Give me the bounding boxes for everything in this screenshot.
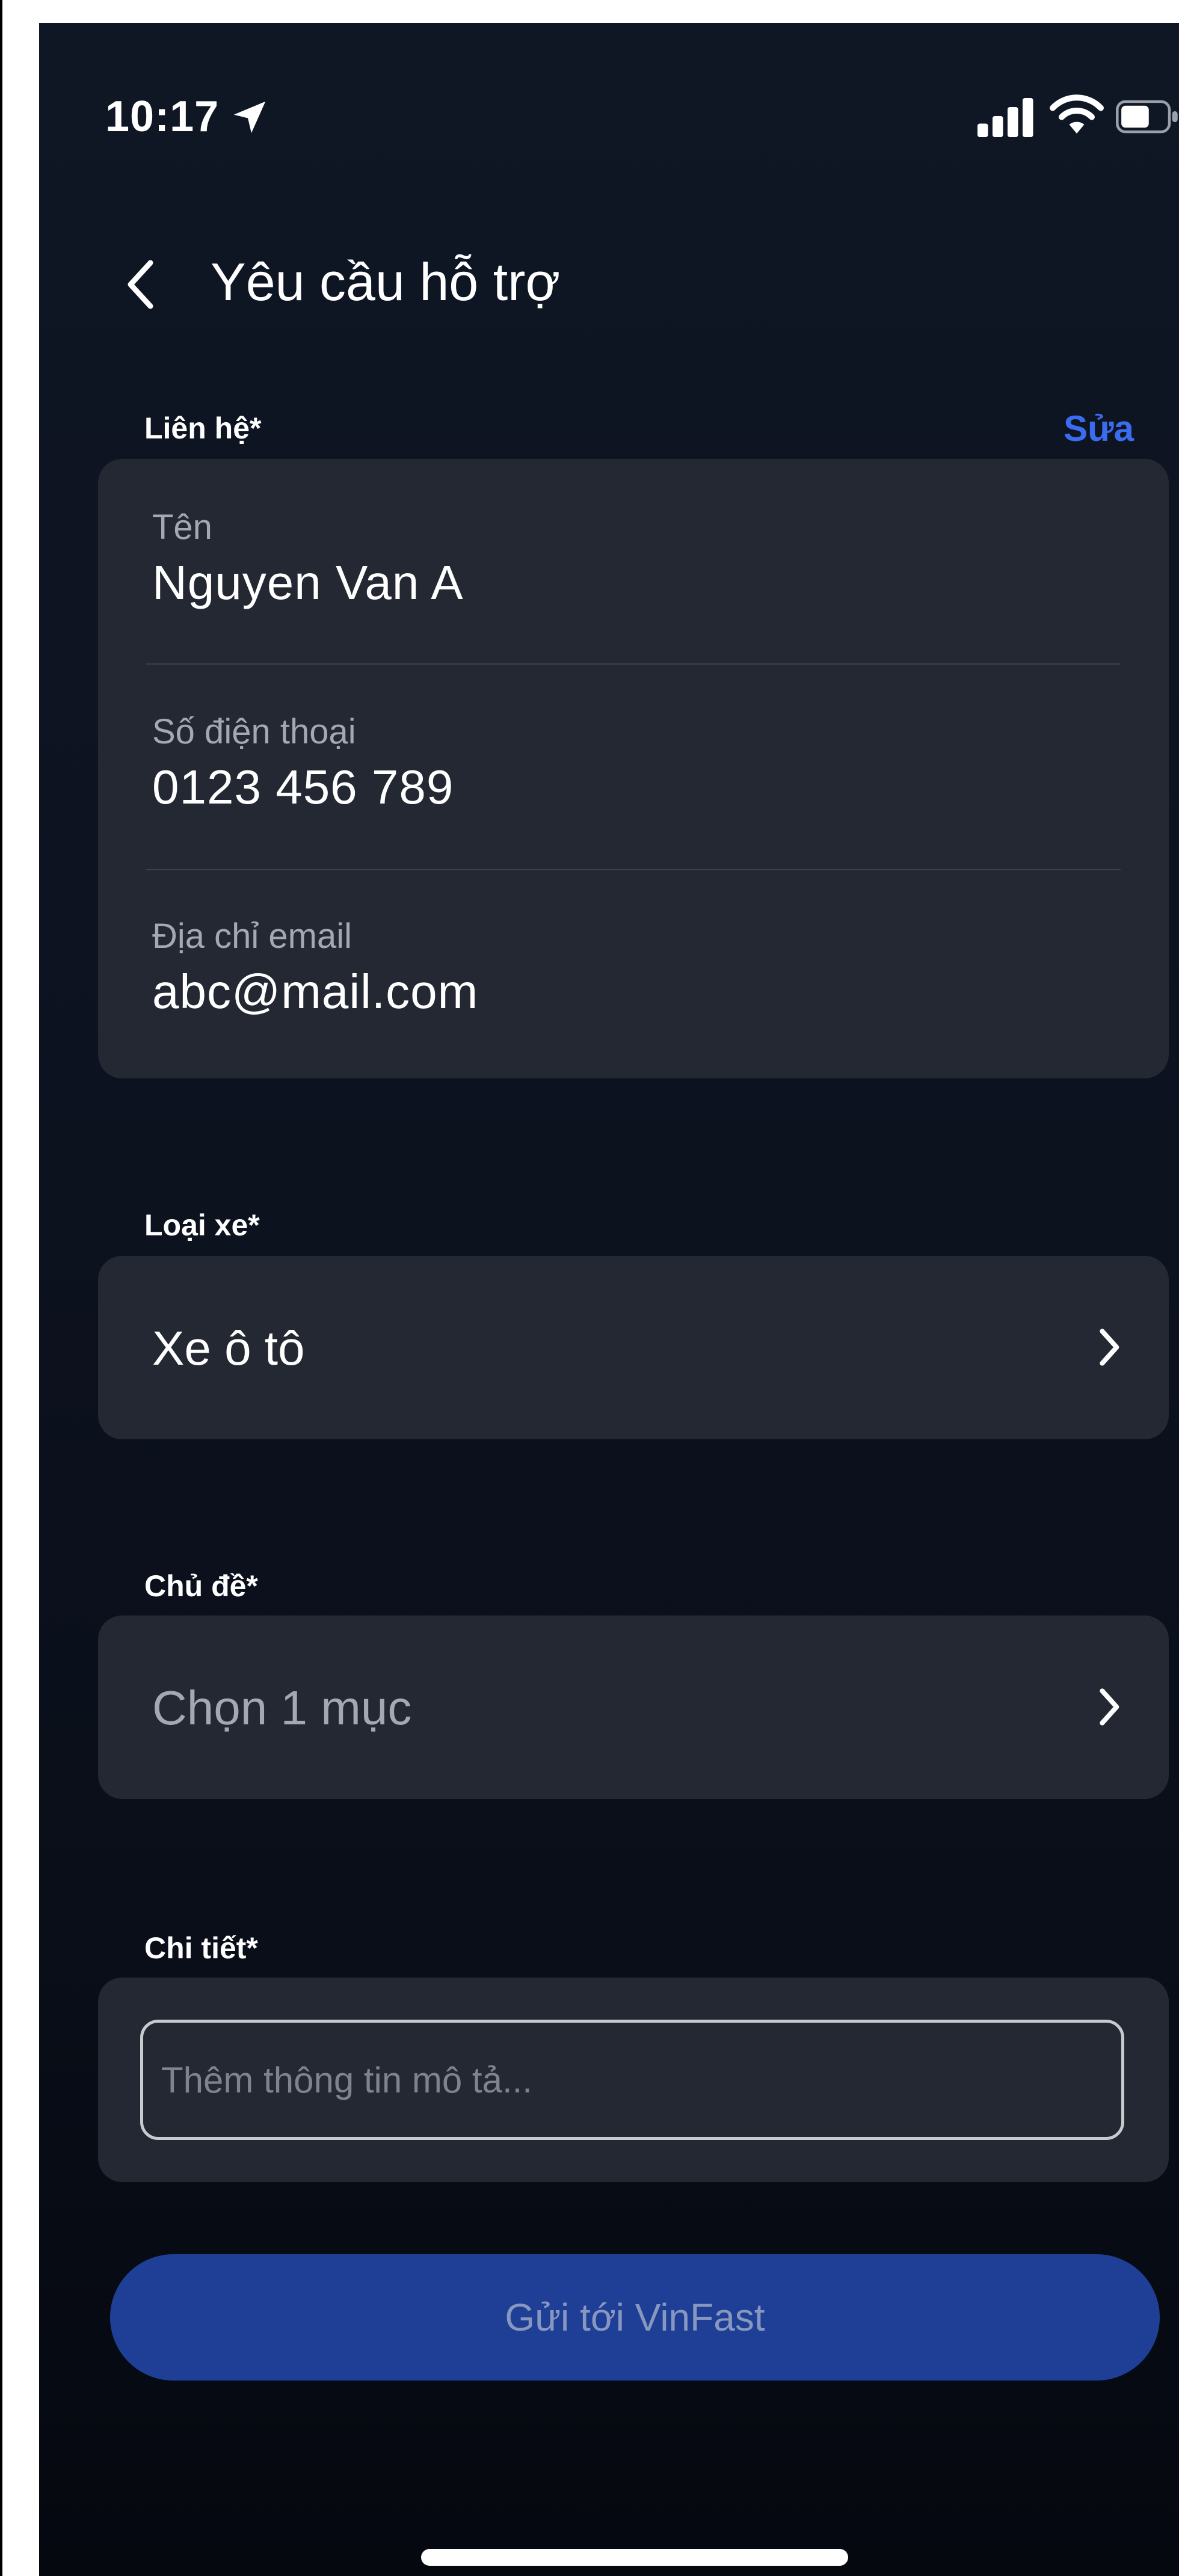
chevron-right-icon (1100, 1329, 1119, 1366)
status-time: 10:17 (105, 93, 220, 141)
email-value: abc@mail.com (152, 965, 479, 1018)
location-arrow-icon (233, 101, 266, 134)
details-input[interactable] (140, 2020, 1124, 2140)
vehicle-type-value: Xe ô tô (152, 1321, 305, 1375)
chevron-right-icon (1100, 1688, 1119, 1726)
back-button[interactable] (123, 245, 189, 324)
name-label: Tên (152, 508, 212, 547)
home-indicator (421, 2549, 848, 2566)
details-card (98, 1978, 1169, 2182)
app-screen: 10:17 Yêu cầu hỗ trợ Liên hệ* Sửa Tên Ng… (39, 23, 1179, 2576)
chevron-left-icon (128, 260, 153, 309)
divider (146, 663, 1121, 665)
signal-icon (977, 98, 1033, 137)
wifi-icon (1050, 94, 1104, 134)
topic-placeholder: Chọn 1 mục (152, 1681, 412, 1735)
topic-section-label: Chủ đề* (144, 1569, 258, 1603)
screenshot-border (0, 0, 2, 2576)
battery-icon (1116, 100, 1178, 134)
topic-selector[interactable]: Chọn 1 mục (98, 1615, 1169, 1799)
vehicle-type-selector[interactable]: Xe ô tô (98, 1256, 1169, 1439)
phone-value: 0123 456 789 (152, 760, 454, 814)
details-section-label: Chi tiết* (144, 1931, 258, 1965)
page-title: Yêu cầu hỗ trợ (211, 252, 561, 312)
email-label: Địa chỉ email (152, 917, 352, 956)
divider (146, 869, 1121, 870)
submit-button[interactable]: Gửi tới VinFast (110, 2254, 1160, 2381)
name-value: Nguyen Van A (152, 556, 464, 609)
phone-label: Số điện thoại (152, 712, 356, 751)
edit-contact-link[interactable]: Sửa (1064, 408, 1134, 449)
vehicle-section-label: Loại xe* (144, 1208, 260, 1242)
contact-card: Tên Nguyen Van A Số điện thoại 0123 456 … (98, 459, 1169, 1078)
contact-section-label: Liên hệ* (144, 411, 262, 445)
